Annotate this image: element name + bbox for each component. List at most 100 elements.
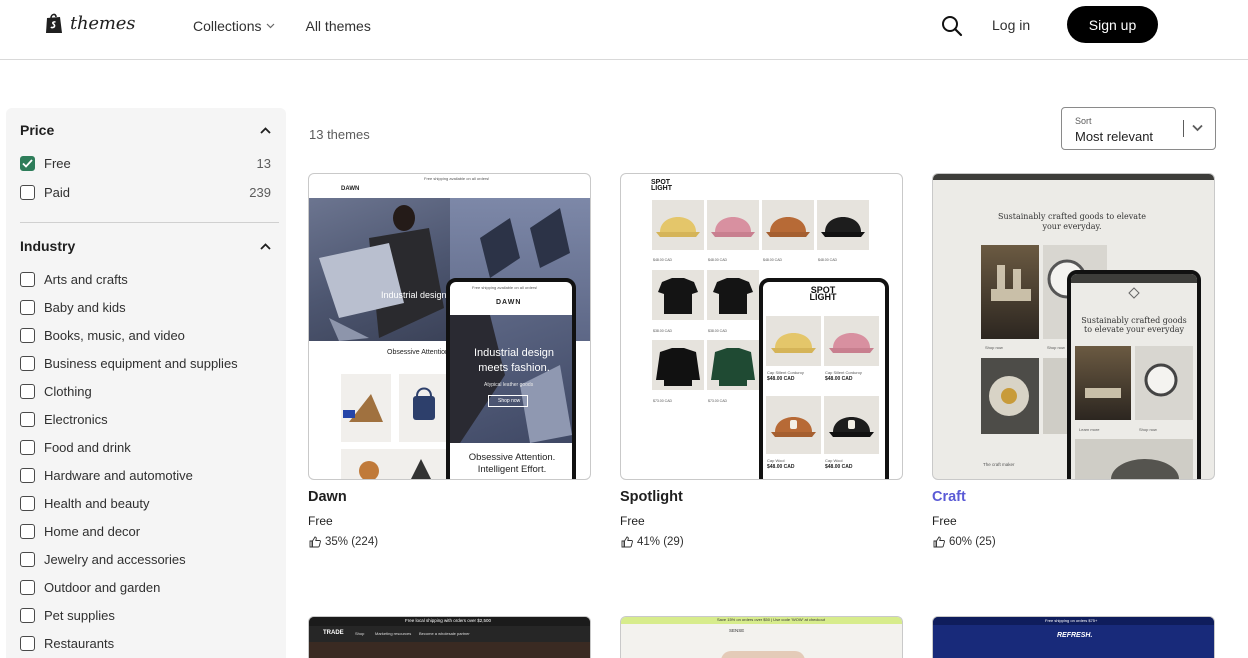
filter-option-industry[interactable]: Books, music, and video: [20, 325, 271, 345]
checkbox[interactable]: [20, 355, 35, 371]
logo[interactable]: themes: [44, 12, 135, 34]
theme-preview-refresh[interactable]: Free shipping on orders $75+ REFRESH.: [932, 616, 1215, 658]
theme-rating: 41% (29): [621, 536, 684, 548]
checkbox[interactable]: [20, 271, 35, 287]
preview-phone-hero-title: Sustainably crafted goods to elevate you…: [1081, 316, 1187, 334]
filter-option-label: Outdoor and garden: [44, 579, 161, 595]
search-icon[interactable]: [940, 14, 964, 38]
theme-preview-spotlight[interactable]: SPOT LIGHT $48.00 CAD $48.00 CAD $48.00 …: [620, 173, 903, 480]
preview-brand: SENSE: [729, 628, 745, 633]
preview-product: [652, 200, 704, 250]
preview-phone-product: [766, 396, 821, 454]
preview-price: $48.00 CAD: [708, 258, 728, 262]
tshirt-image: [658, 278, 698, 314]
filter-option-count: 13: [256, 155, 271, 171]
cap-image: [821, 217, 865, 237]
theme-preview-craft[interactable]: Sustainably crafted goods to elevate you…: [932, 173, 1215, 480]
thumbs-up-icon: [621, 536, 633, 548]
filter-option-industry[interactable]: Restaurants: [20, 633, 271, 653]
preview-phone-hero-title: Industrial design meets fashion.: [473, 347, 555, 374]
preview-link: Shop now: [1139, 427, 1157, 432]
filter-price-header[interactable]: Price: [20, 122, 271, 138]
signup-button[interactable]: Sign up: [1067, 6, 1158, 43]
theme-preview-trade[interactable]: Free local shipping with orders over $2,…: [308, 616, 591, 658]
nav-collections[interactable]: Collections: [193, 18, 275, 34]
checkbox[interactable]: [20, 467, 35, 483]
filter-option-label: Free: [44, 155, 71, 171]
filter-option-label: Home and decor: [44, 523, 141, 539]
filter-option-industry[interactable]: Arts and crafts: [20, 269, 271, 289]
preview-nav-item: Become a wholesale partner: [419, 631, 470, 636]
theme-price: Free: [620, 514, 645, 528]
theme-name[interactable]: Dawn: [308, 489, 347, 505]
preview-product: [817, 200, 869, 250]
theme-price: Free: [932, 514, 957, 528]
login-link[interactable]: Log in: [992, 17, 1030, 33]
preview-phone-photo: [1135, 346, 1193, 420]
filter-option-free[interactable]: Free 13: [20, 153, 271, 173]
filter-option-industry[interactable]: Outdoor and garden: [20, 577, 271, 597]
checkbox[interactable]: [20, 299, 35, 315]
theme-preview-sense[interactable]: Save 15% on orders over $50 | Use code '…: [620, 616, 903, 658]
preview-announcement-bar: Free shipping on orders $75+: [933, 617, 1214, 625]
checkbox-checked[interactable]: [20, 155, 35, 171]
checkbox[interactable]: [20, 495, 35, 511]
preview-price: $38.00 CAD: [653, 329, 673, 333]
preview-link: Shop now: [985, 345, 1003, 350]
nav-all-themes[interactable]: All themes: [305, 18, 370, 34]
preview-announcement: Save 15% on orders over $50 | Use code '…: [717, 617, 825, 622]
checkbox[interactable]: [20, 607, 35, 623]
checkbox[interactable]: [20, 579, 35, 595]
checkbox[interactable]: [20, 184, 35, 200]
checkbox[interactable]: [20, 439, 35, 455]
preview-phone-section: Obsessive Attention. Intelligent Effort.: [468, 452, 556, 475]
preview-cap-price: $48.00 CAD: [825, 376, 853, 382]
preview-nav-bar: TRADE Shop Marketing resources Become a …: [309, 626, 590, 642]
preview-product: [707, 200, 759, 250]
filter-industry-title: Industry: [20, 238, 76, 254]
filter-option-label: Hardware and automotive: [44, 467, 193, 483]
filter-option-paid[interactable]: Paid 239: [20, 182, 271, 202]
checkbox[interactable]: [20, 411, 35, 427]
filter-option-industry[interactable]: Baby and kids: [20, 297, 271, 317]
filter-option-industry[interactable]: Clothing: [20, 381, 271, 401]
preview-phone-announcement: Free shipping available on all orders!: [472, 285, 538, 290]
filter-divider: [20, 222, 279, 223]
filter-industry-header[interactable]: Industry: [20, 238, 271, 254]
preview-brand: REFRESH.: [1057, 632, 1093, 639]
preview-photo: [721, 651, 805, 658]
filter-option-industry[interactable]: Health and beauty: [20, 493, 271, 513]
preview-hero-title: Industrial design: [381, 290, 447, 300]
theme-name[interactable]: Craft: [932, 489, 966, 505]
filter-option-industry[interactable]: Hardware and automotive: [20, 465, 271, 485]
preview-phone-product: [766, 316, 821, 366]
preview-hero-title: Sustainably crafted goods to elevate you…: [998, 212, 1146, 231]
filter-option-industry[interactable]: Electronics: [20, 409, 271, 429]
preview-product: [341, 449, 449, 479]
preview-cap-price: $48.00 CAD: [767, 376, 795, 382]
theme-preview-dawn[interactable]: Free shipping available on all orders! D…: [308, 173, 591, 480]
preview-product: [341, 374, 391, 442]
sort-select[interactable]: Sort Most relevant: [1061, 107, 1216, 150]
checkbox[interactable]: [20, 523, 35, 539]
preview-phone-announcement-bar: [1071, 274, 1197, 283]
filter-option-industry[interactable]: Food and drink: [20, 437, 271, 457]
filter-option-label: Health and beauty: [44, 495, 150, 511]
preview-link: Learn more: [1079, 427, 1100, 432]
checkbox[interactable]: [20, 383, 35, 399]
filter-option-industry[interactable]: Home and decor: [20, 521, 271, 541]
preview-nav-item: Shop: [355, 631, 365, 636]
shopify-bag-icon: [46, 13, 62, 33]
preview-phone-photo: [1075, 439, 1193, 479]
theme-rating-value: 35% (224): [325, 536, 379, 548]
checkbox[interactable]: [20, 635, 35, 651]
checkbox[interactable]: [20, 551, 35, 567]
main-nav: Collections All themes: [193, 18, 371, 34]
theme-name[interactable]: Spotlight: [620, 489, 683, 505]
preview-announcement-bar: Save 15% on orders over $50 | Use code '…: [621, 617, 902, 624]
preview-cap-price: $48.00 CAD: [767, 464, 795, 470]
filter-option-industry[interactable]: Business equipment and supplies: [20, 353, 271, 373]
checkbox[interactable]: [20, 327, 35, 343]
filter-option-industry[interactable]: Pet supplies: [20, 605, 271, 625]
filter-option-industry[interactable]: Jewelry and accessories: [20, 549, 271, 569]
